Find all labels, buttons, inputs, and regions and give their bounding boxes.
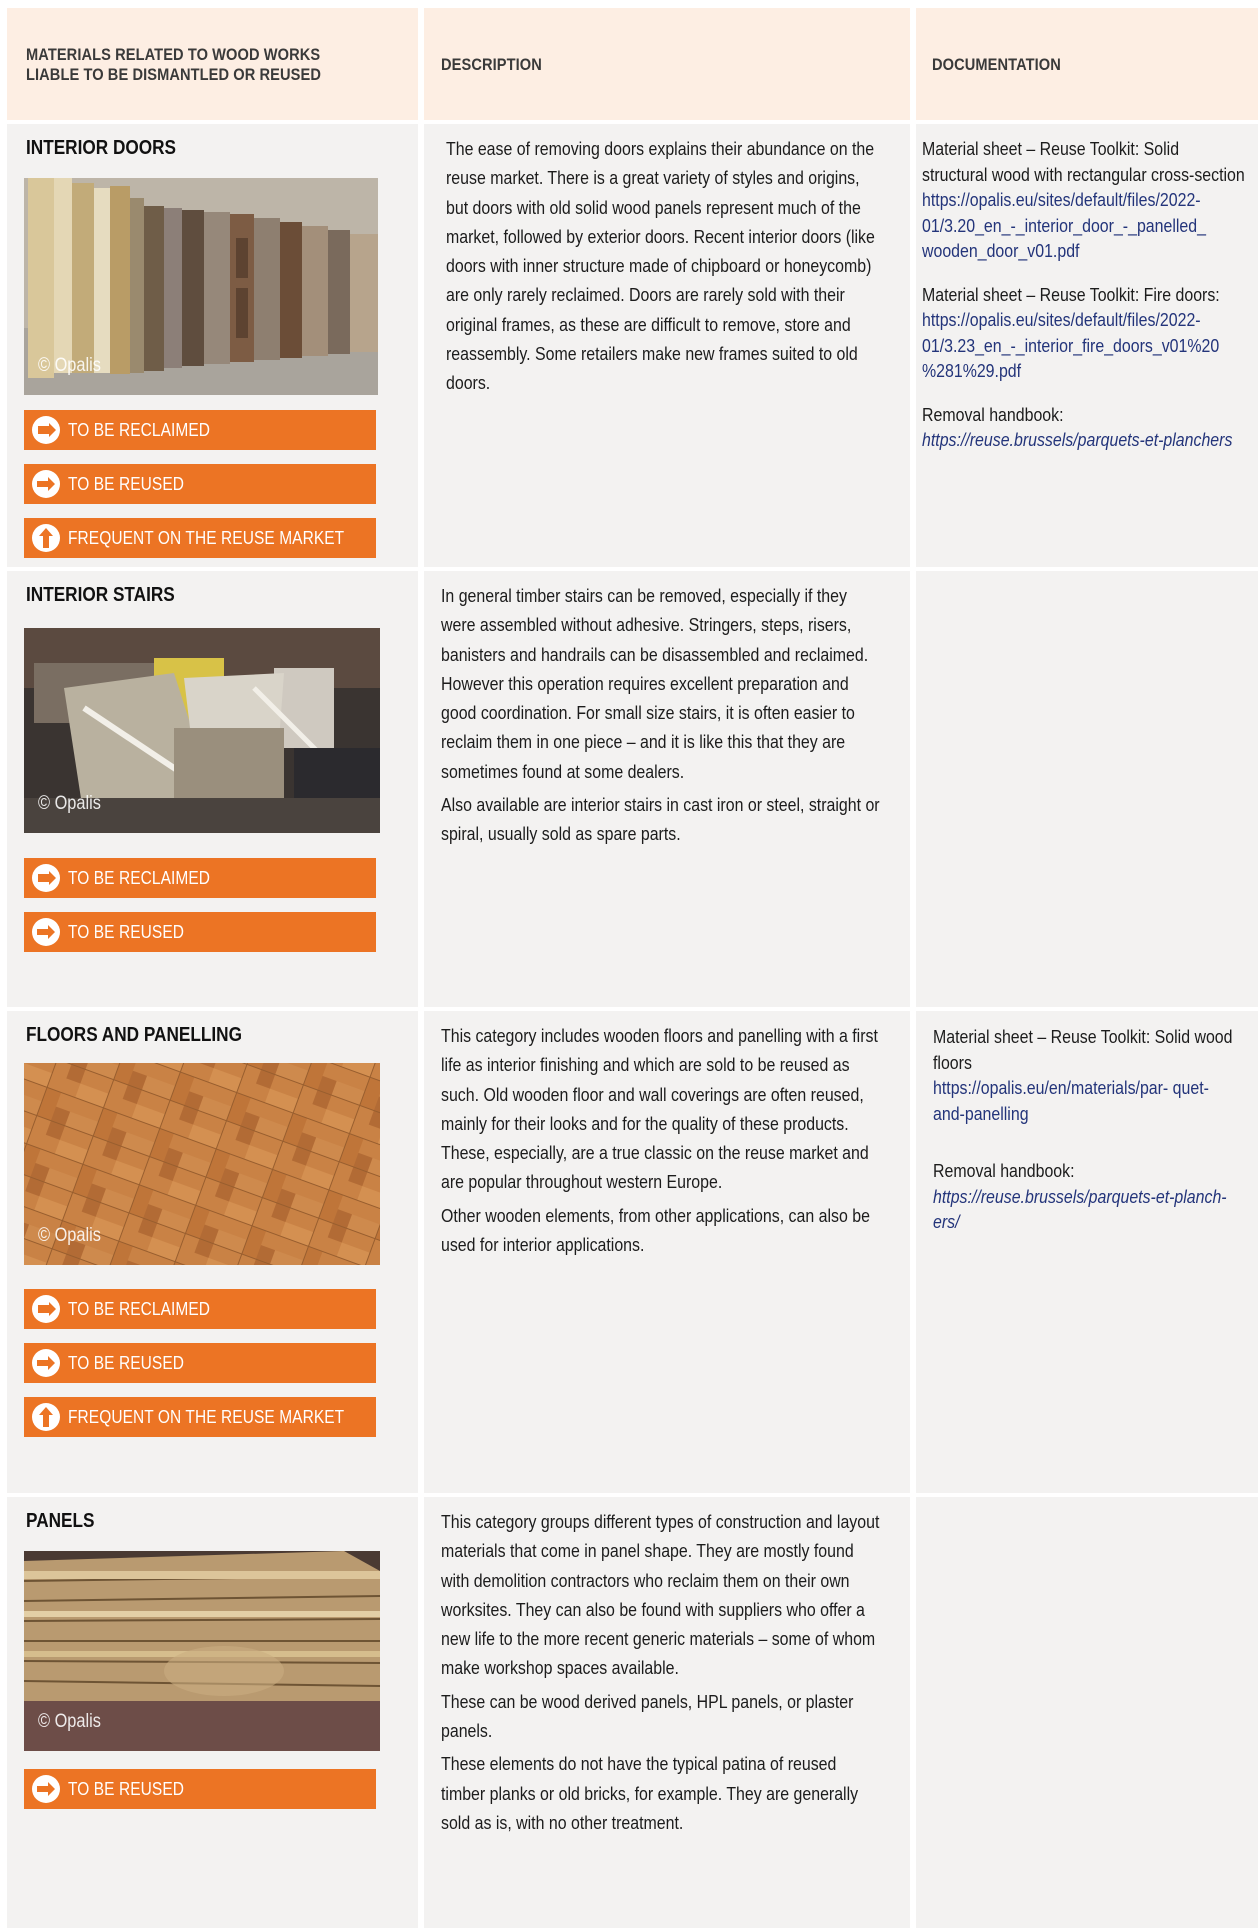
doc-lead: Removal handbook: — [922, 403, 1064, 425]
tag-to-be-reused[interactable]: TO BE REUSED — [24, 464, 376, 504]
row-floors-documentation-cell: Material sheet – Reuse Toolkit: Solid wo… — [916, 1011, 1258, 1493]
row-title: INTERIOR DOORS — [26, 137, 177, 159]
doc-lead: Material sheet – Reuse Toolkit: Fire doo… — [922, 283, 1220, 305]
tag-to-be-reclaimed[interactable]: TO BE RECLAIMED — [24, 858, 376, 898]
row-stairs-documentation-cell — [916, 571, 1258, 1007]
panels-photo: © Opalis — [24, 1551, 380, 1751]
row-stairs-description-cell: In general timber stairs can be removed,… — [424, 571, 910, 1007]
reclaim-arrow-icon — [32, 416, 60, 444]
tag-label: TO BE RECLAIMED — [68, 867, 211, 888]
stairs-photo: © Opalis — [24, 628, 380, 833]
row-doors-documentation-cell: Material sheet – Reuse Toolkit: Solid st… — [916, 124, 1258, 567]
tag-to-be-reused[interactable]: TO BE REUSED — [24, 1343, 376, 1383]
row-title: FLOORS AND PANELLING — [26, 1024, 242, 1046]
header-cell-documentation: DOCUMENTATION — [916, 8, 1258, 120]
reclaim-arrow-icon — [32, 864, 60, 892]
header-materials: MATERIALS RELATED TO WOOD WORKS LIABLE T… — [26, 45, 321, 84]
reuse-arrow-icon — [32, 1775, 60, 1803]
tag-to-be-reused[interactable]: TO BE REUSED — [24, 912, 376, 952]
doc-link[interactable]: https://opalis.eu/sites/default/files/20… — [922, 307, 1249, 384]
tag-label: TO BE RECLAIMED — [68, 1298, 211, 1319]
row-panels-description-cell: This category groups different types of … — [424, 1497, 910, 1928]
floors-documentation: Material sheet – Reuse Toolkit: Solid wo… — [933, 1024, 1238, 1235]
tag-to-be-reclaimed[interactable]: TO BE RECLAIMED — [24, 410, 376, 450]
reclaim-arrow-icon — [32, 1295, 60, 1323]
header-description: DESCRIPTION — [441, 55, 542, 74]
description-paragraph: The ease of removing doors explains thei… — [446, 138, 875, 394]
reuse-arrow-icon — [32, 1349, 60, 1377]
tag-to-be-reused[interactable]: TO BE REUSED — [24, 1769, 376, 1809]
materials-table: MATERIALS RELATED TO WOOD WORKS LIABLE T… — [0, 0, 1258, 1928]
doc-link[interactable]: https://reuse.brussels/parquets-et-planc… — [933, 1184, 1238, 1235]
photo-credit: © Opalis — [38, 793, 101, 814]
tag-label: TO BE REUSED — [68, 1352, 185, 1373]
photo-credit: © Opalis — [38, 1225, 101, 1246]
doors-description: The ease of removing doors explains thei… — [446, 134, 880, 402]
doc-link[interactable]: https://opalis.eu/en/materials/par- quet… — [933, 1075, 1238, 1126]
reuse-arrow-icon — [32, 470, 60, 498]
up-arrow-icon — [32, 524, 60, 552]
doc-link[interactable]: https://reuse.brussels/parquets-et-planc… — [922, 427, 1249, 453]
photo-credit: © Opalis — [38, 1711, 101, 1732]
description-paragraph: These elements do not have the typical p… — [441, 1753, 859, 1833]
row-doors-description-cell: The ease of removing doors explains thei… — [424, 124, 910, 567]
row-title: INTERIOR STAIRS — [26, 584, 175, 606]
floors-description: This category includes wooden floors and… — [441, 1021, 880, 1263]
doc-lead: Material sheet – Reuse Toolkit: Solid wo… — [933, 1026, 1233, 1073]
doc-lead: Removal handbook: — [933, 1160, 1075, 1181]
row-panels-material-cell: PANELS © Opalis — [7, 1497, 418, 1928]
tag-frequent-on-market[interactable]: FREQUENT ON THE REUSE MARKET — [24, 1397, 376, 1437]
description-paragraph: These can be wood derived panels, HPL pa… — [441, 1690, 854, 1742]
up-arrow-icon — [32, 1403, 60, 1431]
tag-label: TO BE REUSED — [68, 473, 185, 494]
description-paragraph: This category includes wooden floors and… — [441, 1025, 878, 1193]
description-paragraph: In general timber stairs can be removed,… — [441, 585, 869, 782]
photo-credit: © Opalis — [38, 355, 101, 376]
reuse-arrow-icon — [32, 918, 60, 946]
description-paragraph: This category groups different types of … — [441, 1511, 880, 1679]
tag-label: FREQUENT ON THE REUSE MARKET — [68, 527, 345, 548]
header-documentation: DOCUMENTATION — [932, 55, 1061, 74]
tag-label: FREQUENT ON THE REUSE MARKET — [68, 1406, 345, 1427]
header-cell-materials: MATERIALS RELATED TO WOOD WORKS LIABLE T… — [7, 8, 418, 120]
row-panels-documentation-cell — [916, 1497, 1258, 1928]
header-cell-description: DESCRIPTION — [424, 8, 910, 120]
tag-label: TO BE REUSED — [68, 1778, 185, 1799]
doc-link[interactable]: https://opalis.eu/sites/default/files/20… — [922, 187, 1249, 264]
description-paragraph: Also available are interior stairs in ca… — [441, 794, 880, 845]
doors-documentation: Material sheet – Reuse Toolkit: Solid st… — [922, 136, 1249, 453]
tag-label: TO BE REUSED — [68, 921, 185, 942]
tag-frequent-on-market[interactable]: FREQUENT ON THE REUSE MARKET — [24, 518, 376, 558]
description-paragraph: Other wooden elements, from other applic… — [441, 1204, 870, 1256]
doors-photo: © Opalis — [24, 178, 378, 395]
panels-description: This category groups different types of … — [441, 1507, 880, 1841]
doc-lead: Material sheet – Reuse Toolkit: Solid st… — [922, 138, 1245, 185]
stairs-description: In general timber stairs can be removed,… — [441, 581, 880, 853]
row-title: PANELS — [26, 1510, 95, 1532]
tag-label: TO BE RECLAIMED — [68, 419, 211, 440]
tag-to-be-reclaimed[interactable]: TO BE RECLAIMED — [24, 1289, 376, 1329]
floors-photo: © Opalis — [24, 1063, 380, 1265]
row-floors-description-cell: This category includes wooden floors and… — [424, 1011, 910, 1493]
